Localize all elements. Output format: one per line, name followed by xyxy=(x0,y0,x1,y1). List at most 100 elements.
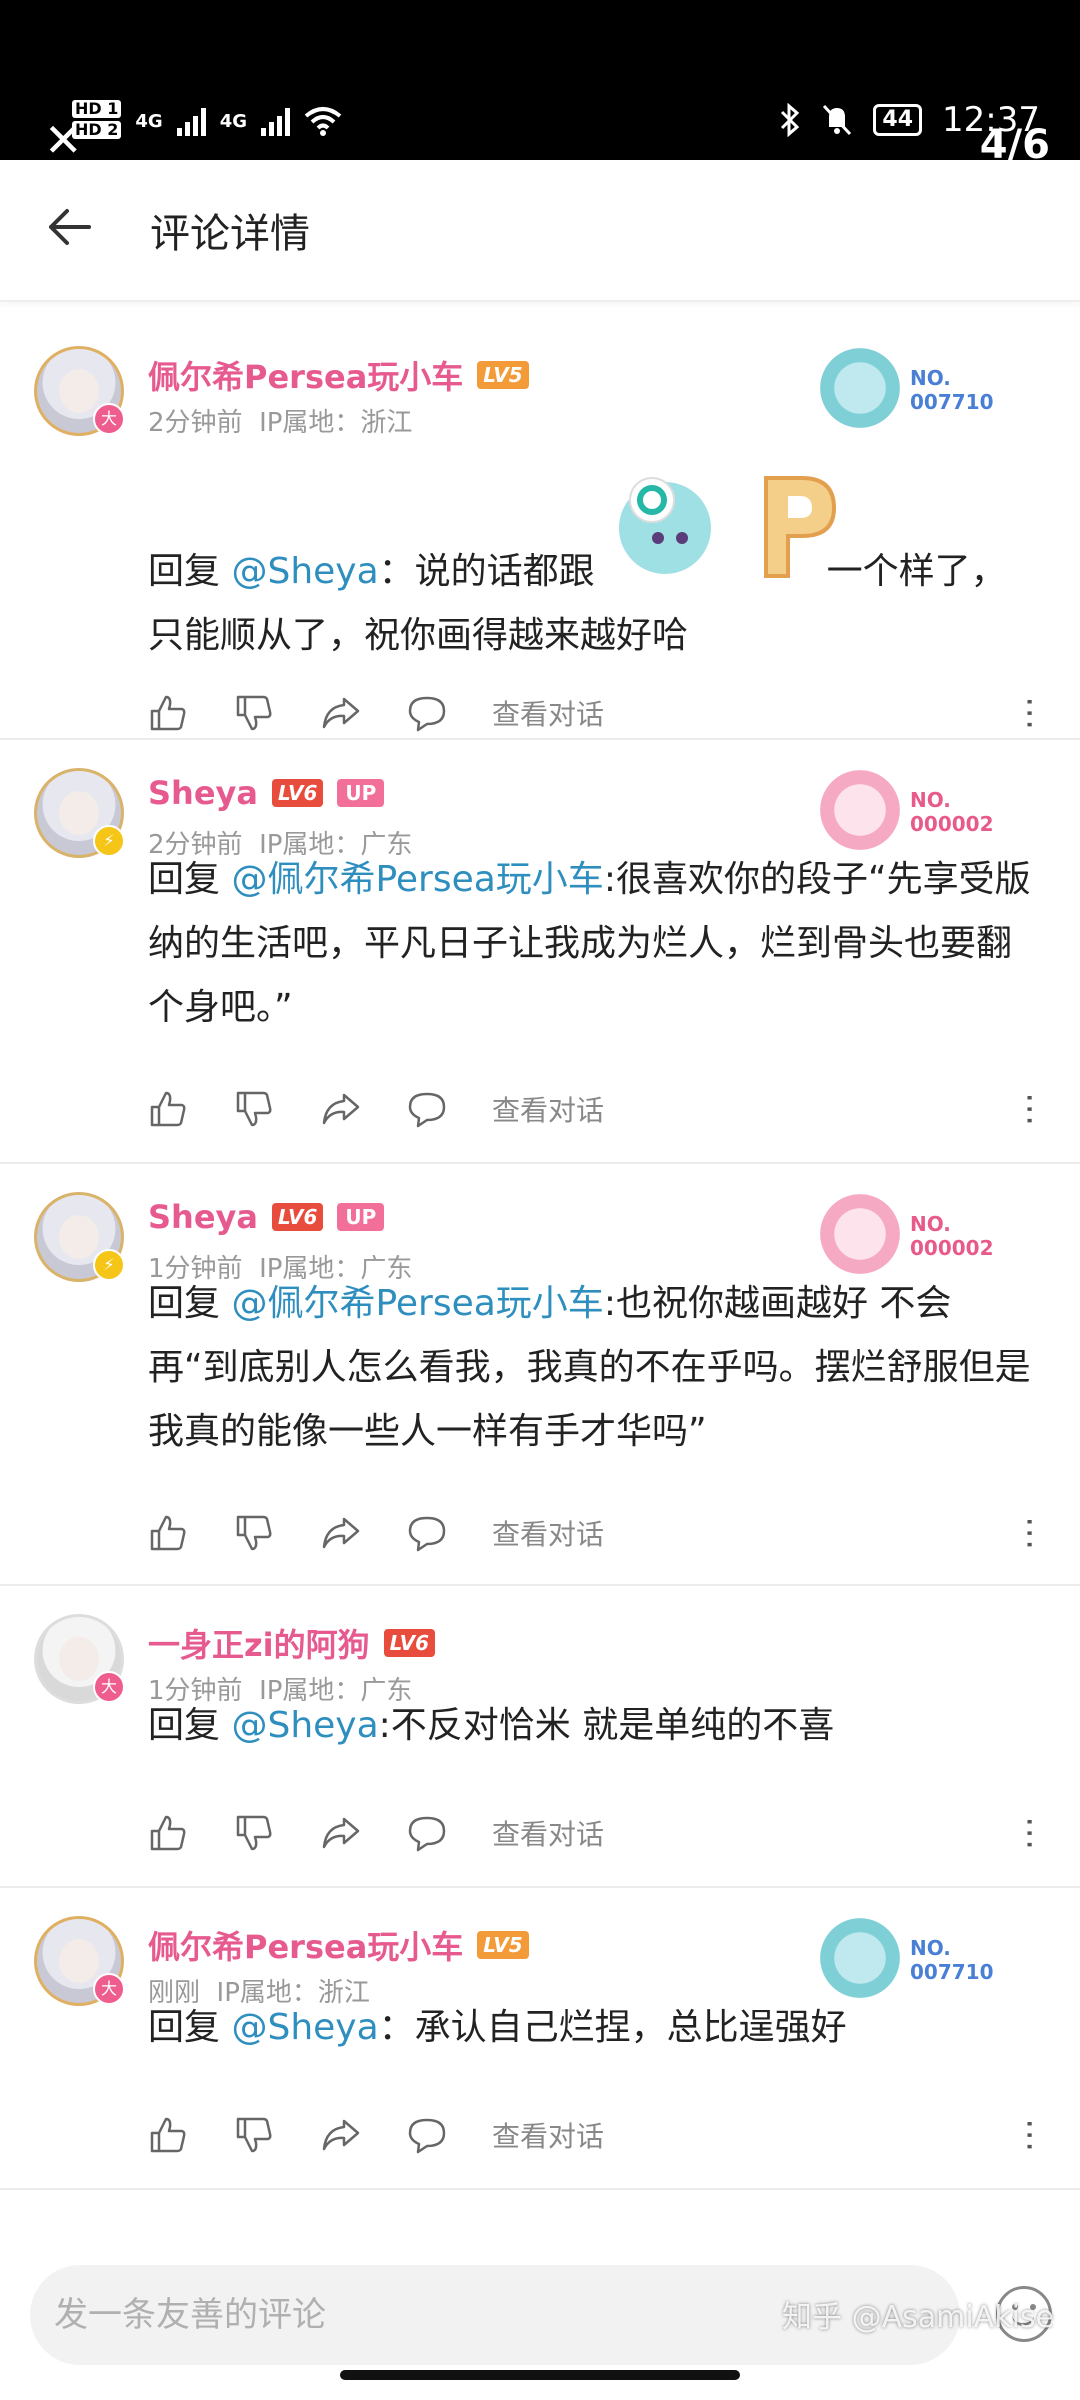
share-icon[interactable] xyxy=(320,1508,406,1558)
comment-actions: 查看对话 ⋯ xyxy=(148,1508,1050,1558)
comment-bubble-icon[interactable] xyxy=(406,1084,492,1134)
avatar-badge: 大 xyxy=(93,1973,125,2005)
username[interactable]: 佩尔希Persea玩小车 xyxy=(148,1922,463,1968)
reply-label: 回复 xyxy=(148,859,221,900)
thumbs-up-icon[interactable] xyxy=(148,1808,234,1858)
mention-link[interactable]: @Sheya xyxy=(231,551,378,592)
wifi-icon xyxy=(304,107,342,136)
avatar-badge: 大 xyxy=(93,1671,125,1703)
more-vertical-icon[interactable]: ⋯ xyxy=(1010,696,1050,730)
thumbs-down-icon[interactable] xyxy=(234,1508,320,1558)
up-badge: UP xyxy=(337,1203,385,1231)
avatar[interactable]: 大 xyxy=(34,346,125,436)
name-row: Sheya LV6 UP xyxy=(148,1198,385,1236)
comment-actions: 查看对话 ⋯ xyxy=(148,1808,1050,1858)
level-badge: LV6 xyxy=(383,1629,435,1657)
share-icon[interactable] xyxy=(320,1084,406,1134)
username[interactable]: 一身正zi的阿狗 xyxy=(148,1620,370,1666)
signal-bars-icon xyxy=(176,106,206,136)
level-badge: LV6 xyxy=(271,1203,324,1231)
signal-group: HD 1 HD 2 4G 4G xyxy=(72,100,342,142)
reply-label: 回复 xyxy=(148,1283,221,1324)
fan-card-figure xyxy=(820,1918,900,1998)
comment-item: 大 佩尔希Persea玩小车 LV5 刚刚 IP属地：浙江 NO. 007710… xyxy=(0,1888,1080,2190)
thumbs-up-icon[interactable] xyxy=(148,1508,234,1558)
comment-item: ⚡ Sheya LV6 UP 1分钟前 IP属地：广东 NO. 000002 回… xyxy=(0,1164,1080,1586)
name-row: 佩尔希Persea玩小车 LV5 xyxy=(148,1922,529,1968)
mention-link[interactable]: @Sheya xyxy=(231,2007,378,2048)
more-vertical-icon[interactable]: ⋯ xyxy=(1010,1516,1050,1550)
name-row: Sheya LV6 UP xyxy=(148,774,385,812)
username[interactable]: 佩尔希Persea玩小车 xyxy=(148,352,463,398)
comment-body: 回复 @Sheya：说的话都跟 一个样了，只能顺从了，祝你画得越来越好哈 xyxy=(148,540,1040,668)
view-conversation-link[interactable]: 查看对话 xyxy=(492,1513,604,1553)
mention-link[interactable]: @佩尔希Persea玩小车 xyxy=(231,1283,603,1324)
avatar-face xyxy=(59,1939,99,1983)
level-badge: LV5 xyxy=(477,1931,529,1959)
thumbs-up-icon[interactable] xyxy=(148,2110,234,2160)
mute-bell-icon xyxy=(823,104,852,136)
view-conversation-link[interactable]: 查看对话 xyxy=(492,1089,604,1129)
close-icon[interactable]: ✕ xyxy=(44,117,83,163)
username[interactable]: Sheya xyxy=(148,1198,258,1236)
share-icon[interactable] xyxy=(320,688,406,738)
more-vertical-icon[interactable]: ⋯ xyxy=(1010,1092,1050,1126)
signal-bars-icon-2 xyxy=(261,106,290,136)
more-vertical-icon[interactable]: ⋯ xyxy=(1010,1816,1050,1850)
avatar[interactable]: 大 xyxy=(34,1916,125,2006)
avatar-face xyxy=(59,791,99,835)
fan-card: NO. 000002 xyxy=(820,770,1020,850)
fan-card: NO. 007710 xyxy=(820,1918,1020,1998)
avatar[interactable]: 大 xyxy=(34,1614,125,1704)
share-icon[interactable] xyxy=(320,2110,406,2160)
battery-indicator: 44 xyxy=(873,104,923,136)
fan-card-number: NO. 000002 xyxy=(910,1212,994,1260)
ip-location: IP属地：浙江 xyxy=(259,408,413,438)
mention-link[interactable]: @佩尔希Persea玩小车 xyxy=(231,859,603,900)
fan-card-figure xyxy=(820,1194,900,1274)
comment-body: 回复 @佩尔希Persea玩小车:很喜欢你的段子“先享受版纳的生活吧，平凡日子让… xyxy=(148,848,1040,1040)
level-badge: LV6 xyxy=(271,779,324,807)
avatar-badge: ⚡ xyxy=(93,1249,125,1281)
comment-actions: 查看对话 ⋯ xyxy=(148,2110,1050,2160)
avatar[interactable]: ⚡ xyxy=(34,1192,125,1282)
bluetooth-icon xyxy=(781,103,800,137)
thumbs-up-icon[interactable] xyxy=(148,1084,234,1134)
more-vertical-icon[interactable]: ⋯ xyxy=(1010,2118,1050,2152)
comment-bubble-icon[interactable] xyxy=(406,1508,492,1558)
comment-text: ：说的话都跟 xyxy=(378,551,595,592)
thumbs-down-icon[interactable] xyxy=(234,688,320,738)
name-row: 佩尔希Persea玩小车 LV5 xyxy=(148,352,529,398)
reply-label: 回复 xyxy=(148,2007,221,2048)
username[interactable]: Sheya xyxy=(148,774,258,812)
fan-card-number: NO. 007710 xyxy=(910,366,994,414)
thumbs-down-icon[interactable] xyxy=(234,2110,320,2160)
home-indicator[interactable] xyxy=(340,2370,740,2380)
fan-card: NO. 000002 xyxy=(820,1194,1020,1274)
comment-body: 回复 @Sheya:不反对恰米 就是单纯的不喜 xyxy=(148,1694,1040,1758)
comment-bubble-icon[interactable] xyxy=(406,688,492,738)
reply-label: 回复 xyxy=(148,551,221,592)
avatar[interactable]: ⚡ xyxy=(34,768,125,858)
thumbs-down-icon[interactable] xyxy=(234,1084,320,1134)
thumbs-up-icon[interactable] xyxy=(148,688,234,738)
avatar-face xyxy=(59,369,99,413)
share-icon[interactable] xyxy=(320,1808,406,1858)
status-bar: HD 1 HD 2 4G 4G 44 12:37 ✕ 4/6 xyxy=(0,0,1080,168)
comment-item: 大 佩尔希Persea玩小车 LV5 2分钟前 IP属地：浙江 NO. 0077… xyxy=(0,318,1080,740)
page-header: 评论详情 xyxy=(0,160,1080,302)
comment-item: 大 一身正zi的阿狗 LV6 1分钟前 IP属地：广东 回复 @Sheya:不反… xyxy=(0,1586,1080,1888)
comment-bubble-icon[interactable] xyxy=(406,1808,492,1858)
view-conversation-link[interactable]: 查看对话 xyxy=(492,2115,604,2155)
watermark: 知乎 @AsamiAkise xyxy=(782,2300,1054,2335)
mention-link[interactable]: @Sheya xyxy=(231,1705,378,1746)
comment-bubble-icon[interactable] xyxy=(406,2110,492,2160)
avatar-badge: ⚡ xyxy=(93,825,125,857)
arrow-left-icon[interactable] xyxy=(45,200,105,260)
view-conversation-link[interactable]: 查看对话 xyxy=(492,1813,604,1853)
view-conversation-link[interactable]: 查看对话 xyxy=(492,693,604,733)
net1-label: 4G xyxy=(135,110,163,132)
thumbs-down-icon[interactable] xyxy=(234,1808,320,1858)
comment-list: 大 佩尔希Persea玩小车 LV5 2分钟前 IP属地：浙江 NO. 0077… xyxy=(0,318,1080,2190)
comment-body: 回复 @佩尔希Persea玩小车:也祝你越画越好 不会再“到底别人怎么看我，我真… xyxy=(148,1272,1040,1464)
